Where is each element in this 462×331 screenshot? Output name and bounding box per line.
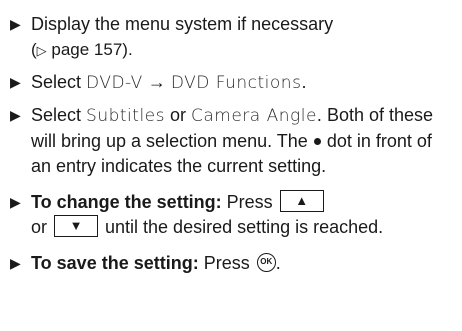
menu-item-subtitles: Subtitles: [86, 106, 165, 126]
step-text-end: until the desired setting is reached.: [100, 217, 384, 237]
step-text: Select: [31, 105, 87, 125]
step-heading: To save the setting:: [31, 253, 199, 273]
up-arrow-key-icon: ▲: [279, 190, 324, 213]
down-arrow-key-icon: ▼: [54, 215, 99, 238]
triangle-right-outline-icon: ▷: [36, 43, 47, 58]
step-change-setting: ▶ To change the setting: Press ▲ or ▼ un…: [8, 190, 454, 240]
step-text-end: .: [275, 253, 281, 273]
page-ref-text: page 157).: [46, 40, 133, 59]
step-text: Press: [221, 192, 278, 212]
step-display-menu: ▶ Display the menu system if necessary (…: [8, 12, 454, 63]
ok-button-icon: OK: [256, 252, 276, 272]
page-reference: (▷ page 157).: [31, 40, 133, 59]
step-text-period: .: [316, 105, 322, 125]
instruction-page: ▶ Display the menu system if necessary (…: [0, 0, 462, 331]
filled-dot-icon: [313, 137, 321, 145]
menu-item-dvd-v: DVD-V: [86, 73, 143, 93]
step-select-dvd-functions: ▶ Select DVD-V → DVD Functions.: [8, 70, 454, 96]
arrow-right-icon: →: [147, 72, 166, 92]
menu-item-camera-angle: Camera Angle: [191, 106, 317, 126]
step-save-setting: ▶ To save the setting: Press OK.: [8, 251, 454, 276]
step-text: Press: [198, 253, 255, 273]
step-text: Display the menu system if necessary: [31, 14, 334, 34]
bullet-icon: ▶: [10, 16, 21, 32]
step-text-end: .: [301, 72, 307, 92]
menu-item-dvd-functions: DVD Functions: [170, 73, 302, 93]
step-text: Select: [31, 72, 87, 92]
step-select-subtitles-or-angle: ▶ Select Subtitles or Camera Angle. Both…: [8, 103, 454, 179]
bullet-icon: ▶: [10, 255, 21, 271]
step-text-or: or: [164, 105, 191, 125]
step-text-or: or: [31, 217, 53, 237]
bullet-icon: ▶: [10, 194, 21, 210]
bullet-icon: ▶: [10, 107, 21, 123]
bullet-icon: ▶: [10, 74, 21, 90]
step-heading: To change the setting:: [31, 192, 222, 212]
